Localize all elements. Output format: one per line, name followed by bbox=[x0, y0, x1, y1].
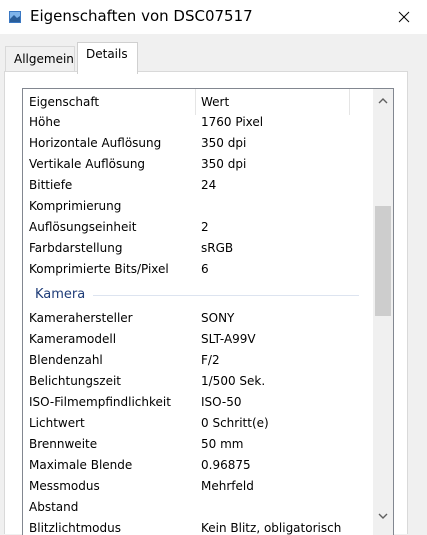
table-row[interactable]: Maximale Blende 0.96875 bbox=[23, 455, 373, 476]
property-value[interactable]: 1/500 Sek. bbox=[201, 374, 265, 388]
property-value[interactable]: 2 bbox=[201, 220, 209, 234]
property-list[interactable]: Eigenschaft Wert Höhe 1760 Pixel Horizonta… bbox=[22, 88, 394, 535]
property-value[interactable]: SLT-A99V bbox=[201, 332, 256, 346]
property-value[interactable]: F/2 bbox=[201, 353, 220, 367]
property-value[interactable]: Kein Blitz, obligatorisch bbox=[201, 521, 341, 535]
table-row[interactable]: Kameramodell SLT-A99V bbox=[23, 329, 373, 350]
property-name: Höhe bbox=[29, 115, 61, 129]
close-button[interactable] bbox=[381, 0, 427, 34]
table-row[interactable]: Höhe 1760 Pixel bbox=[23, 112, 373, 133]
property-value[interactable]: 0.96875 bbox=[201, 458, 251, 472]
property-value[interactable]: ISO-50 bbox=[201, 395, 242, 409]
column-header-value[interactable]: Wert bbox=[201, 94, 229, 110]
close-icon bbox=[398, 11, 410, 23]
property-name: Bittiefe bbox=[29, 178, 73, 192]
window-title: Eigenschaften von DSC07517 bbox=[30, 7, 253, 25]
title-bar: Eigenschaften von DSC07517 bbox=[0, 0, 427, 34]
property-name: Farbdarstellung bbox=[29, 241, 123, 255]
tab-label: Details bbox=[86, 47, 128, 61]
property-name: Blendenzahl bbox=[29, 353, 103, 367]
table-row[interactable]: Belichtungszeit 1/500 Sek. bbox=[23, 371, 373, 392]
property-name: Komprimierte Bits/Pixel bbox=[29, 262, 169, 276]
property-value[interactable]: 1760 Pixel bbox=[201, 115, 263, 129]
property-name: Lichtwert bbox=[29, 416, 85, 430]
table-row[interactable]: Kamerahersteller SONY bbox=[23, 308, 373, 329]
column-header-property[interactable]: Eigenschaft bbox=[29, 94, 99, 110]
table-row[interactable]: ISO-Filmempfindlichkeit ISO-50 bbox=[23, 392, 373, 413]
property-name: ISO-Filmempfindlichkeit bbox=[29, 395, 171, 409]
image-file-icon bbox=[9, 11, 21, 23]
vertical-scrollbar[interactable] bbox=[373, 89, 393, 535]
chevron-up-icon bbox=[378, 98, 388, 104]
tab-strip: Allgemein Details bbox=[0, 34, 427, 74]
table-row[interactable]: Abstand bbox=[23, 497, 373, 518]
table-row[interactable]: Vertikale Auflösung 350 dpi bbox=[23, 154, 373, 175]
property-value[interactable]: 350 dpi bbox=[201, 136, 246, 150]
property-value[interactable]: sRGB bbox=[201, 241, 233, 255]
scroll-up-button[interactable] bbox=[373, 91, 393, 111]
property-value[interactable]: 24 bbox=[201, 178, 216, 192]
property-name: Belichtungszeit bbox=[29, 374, 121, 388]
property-name: Komprimierung bbox=[29, 199, 122, 213]
table-row[interactable]: Brennweite 50 mm bbox=[23, 434, 373, 455]
table-row[interactable]: Blendenzahl F/2 bbox=[23, 350, 373, 371]
property-value[interactable]: 350 dpi bbox=[201, 157, 246, 171]
tab-allgemein[interactable]: Allgemein bbox=[5, 46, 75, 71]
property-name: Kamerahersteller bbox=[29, 311, 133, 325]
section-divider bbox=[93, 295, 359, 296]
table-row[interactable]: Horizontale Auflösung 350 dpi bbox=[23, 133, 373, 154]
tab-label: Allgemein bbox=[14, 52, 74, 66]
table-row[interactable]: Lichtwert 0 Schritt(e) bbox=[23, 413, 373, 434]
table-row[interactable]: Messmodus Mehrfeld bbox=[23, 476, 373, 497]
scroll-thumb[interactable] bbox=[375, 206, 391, 316]
tab-details[interactable]: Details bbox=[77, 42, 138, 74]
property-name: Messmodus bbox=[29, 479, 100, 493]
section-header-camera: Kamera bbox=[35, 287, 86, 302]
scroll-down-button[interactable] bbox=[373, 506, 393, 526]
property-value[interactable]: 6 bbox=[201, 262, 209, 276]
table-row[interactable]: Bittiefe 24 bbox=[23, 175, 373, 196]
property-name: Kameramodell bbox=[29, 332, 117, 346]
property-value[interactable]: SONY bbox=[201, 311, 234, 325]
table-row[interactable]: Blitzlichtmodus Kein Blitz, obligatorisch bbox=[23, 518, 373, 535]
property-name: Brennweite bbox=[29, 437, 98, 451]
details-panel: Eigenschaft Wert Höhe 1760 Pixel Horizonta… bbox=[4, 71, 408, 535]
property-name: Vertikale Auflösung bbox=[29, 157, 146, 171]
property-value[interactable]: Mehrfeld bbox=[201, 479, 254, 493]
property-value[interactable]: 50 mm bbox=[201, 437, 243, 451]
table-row[interactable]: Komprimierung bbox=[23, 196, 373, 217]
property-name: Abstand bbox=[29, 500, 79, 514]
property-name: Maximale Blende bbox=[29, 458, 133, 472]
table-row[interactable]: Komprimierte Bits/Pixel 6 bbox=[23, 259, 373, 280]
chevron-down-icon bbox=[378, 513, 388, 519]
table-row[interactable]: Auflösungseinheit 2 bbox=[23, 217, 373, 238]
property-name: Blitzlichtmodus bbox=[29, 521, 121, 535]
table-row[interactable]: Farbdarstellung sRGB bbox=[23, 238, 373, 259]
property-name: Auflösungseinheit bbox=[29, 220, 137, 234]
property-value[interactable]: 0 Schritt(e) bbox=[201, 416, 269, 430]
property-name: Horizontale Auflösung bbox=[29, 136, 162, 150]
